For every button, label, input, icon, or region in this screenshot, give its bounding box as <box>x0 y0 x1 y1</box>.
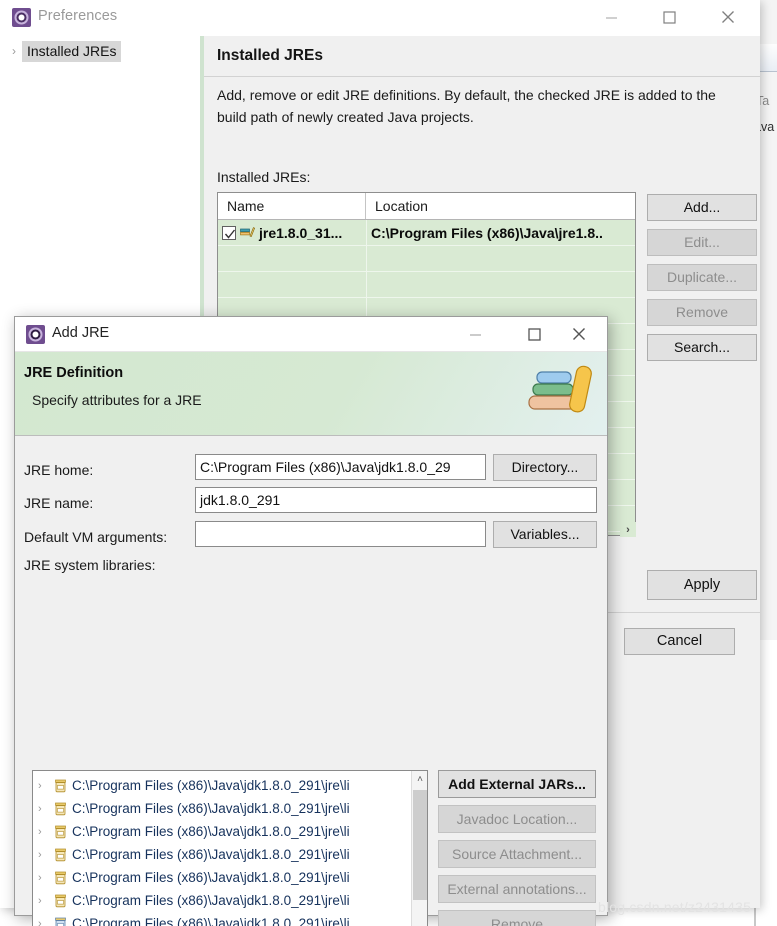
apply-button[interactable]: Apply <box>647 570 757 600</box>
library-path: C:\Program Files (x86)\Java\jdk1.8.0_291… <box>72 870 350 885</box>
scrollbar-thumb[interactable] <box>413 790 427 900</box>
jre-system-libraries-label: JRE system libraries: <box>24 557 156 573</box>
add-jre-banner: JRE Definition Specify attributes for a … <box>15 352 607 436</box>
sidebar-item-label: Installed JREs <box>22 40 122 62</box>
library-path: C:\Program Files (x86)\Java\jdk1.8.0_291… <box>72 847 350 862</box>
library-path: C:\Program Files (x86)\Java\jdk1.8.0_291… <box>72 801 350 816</box>
pane-header: Installed JREs <box>204 36 760 76</box>
jar-icon-yellow <box>54 779 67 793</box>
directory-button[interactable]: Directory... <box>493 454 597 481</box>
chevron-right-icon[interactable]: › <box>6 45 22 57</box>
list-item[interactable]: › C:\Program Files (x86)\Java\jdk1.8.0_29… <box>33 912 413 926</box>
page-title: Installed JREs <box>217 47 323 64</box>
installed-jres-label: Installed JREs: <box>217 169 311 185</box>
table-header-row: Name Location <box>218 193 635 220</box>
minimize-icon[interactable] <box>452 317 498 351</box>
pane-description: Add, remove or edit JRE definitions. By … <box>217 87 716 125</box>
jre-name-text: jre1.8.0_31... <box>259 225 343 241</box>
jar-icon-blue <box>54 917 67 926</box>
sidebar-item-installed-jres[interactable]: › Installed JREs <box>6 40 122 62</box>
chevron-right-icon[interactable]: › <box>38 849 49 861</box>
library-path: C:\Program Files (x86)\Java\jdk1.8.0_291… <box>72 916 350 926</box>
chevron-right-icon[interactable]: › <box>38 803 49 815</box>
table-row[interactable] <box>218 272 635 298</box>
cell-divider <box>366 272 367 298</box>
preferences-cancel-button[interactable]: Cancel <box>624 628 735 655</box>
chevron-right-icon[interactable]: › <box>38 918 49 926</box>
maximize-icon[interactable] <box>511 317 557 351</box>
library-path: C:\Program Files (x86)\Java\jdk1.8.0_291… <box>72 824 350 839</box>
chevron-right-icon[interactable]: › <box>38 780 49 792</box>
chevron-right-icon[interactable]: › <box>38 872 49 884</box>
vm-arguments-input[interactable] <box>195 521 486 547</box>
close-icon[interactable] <box>556 317 602 351</box>
jar-icon-yellow <box>54 848 67 862</box>
table-cell-name: jre1.8.0_31... <box>222 220 342 246</box>
jre-action-buttons: Add... Edit... Duplicate... Remove Search... <box>647 194 757 369</box>
library-path: C:\Program Files (x86)\Java\jdk1.8.0_291… <box>72 893 350 908</box>
add-button[interactable]: Add... <box>647 194 757 221</box>
jar-icon-yellow <box>54 825 67 839</box>
duplicate-button: Duplicate... <box>647 264 757 291</box>
library-path: C:\Program Files (x86)\Java\jdk1.8.0_291… <box>72 778 350 793</box>
jre-name-input[interactable]: jdk1.8.0_291 <box>195 487 597 513</box>
javadoc-location-button: Javadoc Location... <box>438 805 596 833</box>
edit-button: Edit... <box>647 229 757 256</box>
close-icon[interactable] <box>705 0 751 34</box>
chevron-right-icon[interactable]: › <box>38 826 49 838</box>
list-item[interactable]: › C:\Program Files (x86)\Java\jdk1.8.0_29… <box>33 866 413 889</box>
jar-icon-yellow <box>54 802 67 816</box>
books-icon <box>525 364 599 426</box>
jar-icon-yellow <box>54 871 67 885</box>
table-cell-location <box>371 246 633 272</box>
jre-home-label: JRE home: <box>24 462 94 478</box>
list-item[interactable]: › C:\Program Files (x86)\Java\jdk1.8.0_29… <box>33 797 413 820</box>
jre-system-libraries-list[interactable]: › C:\Program Files (x86)\Java\jdk1.8.0_29… <box>32 770 428 926</box>
list-item[interactable]: › C:\Program Files (x86)\Java\jdk1.8.0_29… <box>33 889 413 912</box>
column-header-name[interactable]: Name <box>218 193 366 219</box>
remove-button: Remove <box>647 299 757 326</box>
jre-checkbox[interactable] <box>222 226 236 240</box>
banner-subheading: Specify attributes for a JRE <box>32 392 202 408</box>
table-cell-location: C:\Program Files (x86)\Java\jre1.8.. <box>371 225 603 241</box>
scroll-right-arrow-icon[interactable]: › <box>620 522 636 537</box>
minimize-icon[interactable] <box>588 0 634 34</box>
search-button[interactable]: Search... <box>647 334 757 361</box>
list-item[interactable]: › C:\Program Files (x86)\Java\jdk1.8.0_29… <box>33 774 413 797</box>
libraries-vertical-scrollbar[interactable]: ˄ ˅ <box>411 771 427 926</box>
jre-name-label: JRE name: <box>24 495 94 511</box>
variables-button[interactable]: Variables... <box>493 521 597 548</box>
jre-icon <box>240 225 256 242</box>
screen: Ta ava ve ou ex ● hi Pr <box>0 0 777 926</box>
banner-heading: JRE Definition <box>24 365 124 381</box>
cell-divider <box>366 246 367 272</box>
pane-divider <box>204 76 760 77</box>
preferences-title-bar[interactable]: Preferences <box>0 0 760 36</box>
column-header-location[interactable]: Location <box>366 193 635 219</box>
gear-icon <box>12 8 31 27</box>
vm-arguments-label: Default VM arguments: <box>24 529 168 545</box>
table-row[interactable]: jre1.8.0_31... C:\Program Files (x86)\Jav… <box>218 220 635 246</box>
add-external-jars-button[interactable]: Add External JARs... <box>438 770 596 798</box>
remove-button: Remove <box>438 910 596 926</box>
add-jre-dialog: Add JRE JRE Definition Specify attribute… <box>14 316 608 926</box>
list-item[interactable]: › C:\Program Files (x86)\Java\jdk1.8.0_29… <box>33 843 413 866</box>
cell-divider <box>366 220 367 246</box>
external-annotations-button: External annotations... <box>438 875 596 903</box>
chevron-right-icon[interactable]: › <box>38 895 49 907</box>
table-cell-location <box>371 272 633 298</box>
table-row[interactable] <box>218 246 635 272</box>
preferences-window-title: Preferences <box>38 8 118 24</box>
watermark: blog.csdn.net/z2431435 <box>598 899 752 915</box>
maximize-icon[interactable] <box>646 0 692 34</box>
scroll-up-arrow-icon[interactable]: ˄ <box>412 771 427 788</box>
jar-icon-yellow <box>54 894 67 908</box>
add-jre-dialog-title: Add JRE <box>52 325 110 341</box>
list-item[interactable]: › C:\Program Files (x86)\Java\jdk1.8.0_29… <box>33 820 413 843</box>
jre-home-input[interactable]: C:\Program Files (x86)\Java\jdk1.8.0_29 <box>195 454 486 480</box>
source-attachment-button: Source Attachment... <box>438 840 596 868</box>
gear-icon <box>26 325 45 344</box>
add-jre-title-bar[interactable]: Add JRE <box>15 317 607 352</box>
